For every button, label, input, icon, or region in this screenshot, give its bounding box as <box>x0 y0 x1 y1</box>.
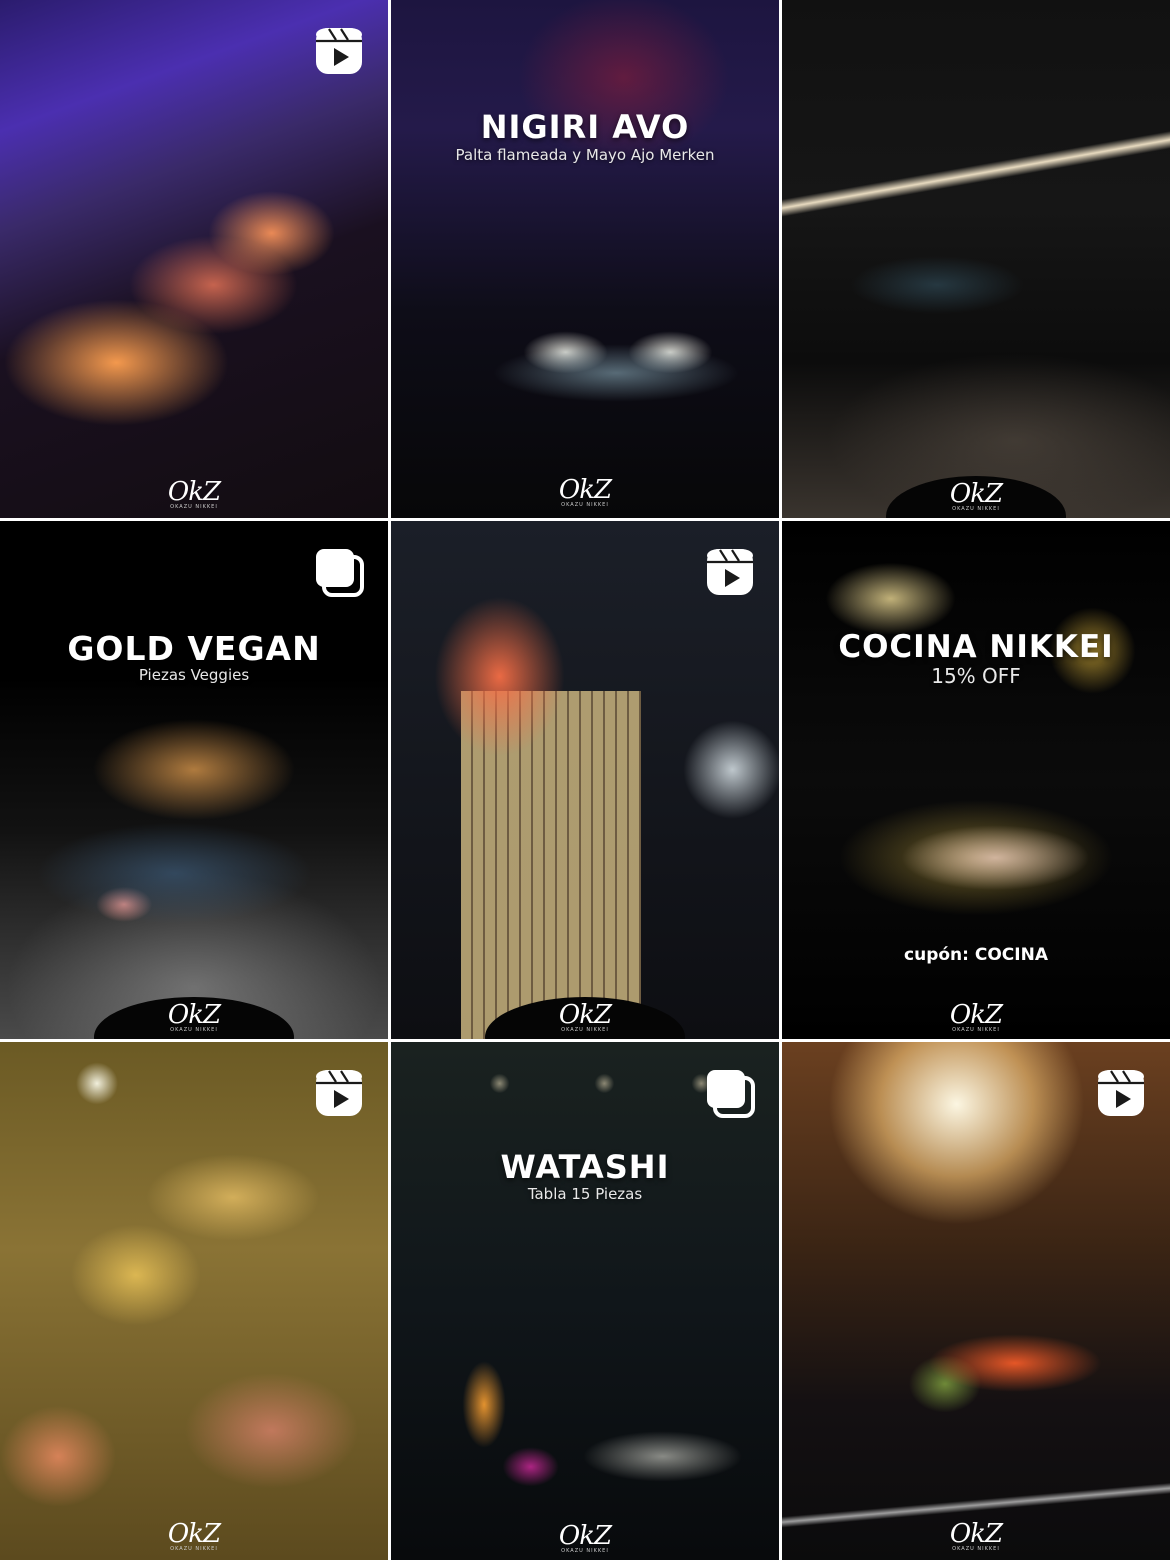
post-image <box>782 0 1170 518</box>
post-title: NIGIRI AVO <box>480 108 690 146</box>
reel-icon <box>312 1066 366 1120</box>
post-tile-9[interactable]: OkZ OKAZU NIKKEI <box>782 1042 1170 1560</box>
post-title: COCINA NIKKEI <box>838 629 1114 665</box>
reel-icon <box>703 545 757 599</box>
brand-logo: OkZ OKAZU NIKKEI <box>167 1519 221 1552</box>
post-tile-1[interactable]: OkZ OKAZU NIKKEI <box>0 0 388 518</box>
profile-post-grid: OkZ OKAZU NIKKEI NIGIRI AVO Palta flamea… <box>0 0 1170 1562</box>
post-subtitle: 15% OFF <box>931 664 1021 688</box>
brand-logo: OkZ OKAZU NIKKEI <box>558 475 612 508</box>
post-tile-7[interactable]: OkZ OKAZU NIKKEI <box>0 1042 388 1560</box>
post-title: GOLD VEGAN <box>67 629 321 668</box>
post-subtitle: Tabla 15 Piezas <box>527 1185 643 1203</box>
post-tile-5[interactable]: OkZ OKAZU NIKKEI <box>391 521 779 1039</box>
carousel-icon <box>703 1066 757 1120</box>
post-subtitle: Palta flameada y Mayo Ajo Merken <box>455 146 715 164</box>
brand-logo: OkZ OKAZU NIKKEI <box>949 1000 1003 1033</box>
brand-logo: OkZ OKAZU NIKKEI <box>949 1519 1003 1552</box>
brand-logo: OkZ OKAZU NIKKEI <box>558 1000 612 1033</box>
post-tile-8[interactable]: WATASHI Tabla 15 Piezas OkZ OKAZU NIKKEI <box>391 1042 779 1560</box>
post-title: WATASHI <box>500 1148 670 1186</box>
post-tile-2[interactable]: NIGIRI AVO Palta flameada y Mayo Ajo Mer… <box>391 0 779 518</box>
post-tile-6[interactable]: COCINA NIKKEI 15% OFF cupón: COCINA OkZ … <box>782 521 1170 1039</box>
carousel-icon <box>312 545 366 599</box>
brand-logo: OkZ OKAZU NIKKEI <box>167 477 221 510</box>
reel-icon <box>312 24 366 78</box>
post-tile-4[interactable]: GOLD VEGAN Piezas Veggies OkZ OKAZU NIKK… <box>0 521 388 1039</box>
brand-logo: OkZ OKAZU NIKKEI <box>949 479 1003 512</box>
reel-icon <box>1094 1066 1148 1120</box>
brand-logo: OkZ OKAZU NIKKEI <box>558 1521 612 1554</box>
brand-logo: OkZ OKAZU NIKKEI <box>167 1000 221 1033</box>
post-subtitle: Piezas Veggies <box>138 666 250 684</box>
post-image <box>391 0 779 518</box>
post-tile-3[interactable]: OkZ OKAZU NIKKEI <box>782 0 1170 518</box>
coupon-text: cupón: COCINA <box>904 945 1048 965</box>
